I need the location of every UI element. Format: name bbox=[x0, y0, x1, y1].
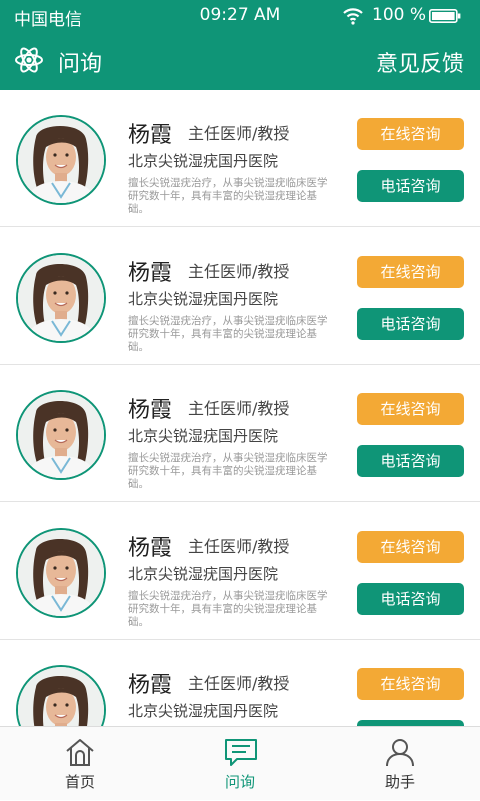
doctor-name: 杨霞 bbox=[128, 535, 173, 561]
tab-assistant-label: 助手 bbox=[384, 773, 415, 791]
battery-percent: 100 % bbox=[372, 5, 427, 25]
doctor-avatar bbox=[16, 115, 106, 205]
tab-home-label: 首页 bbox=[64, 773, 95, 791]
online-consult-button[interactable]: 在线咨询 bbox=[357, 118, 464, 150]
status-bar: 中国电信 09:27 AM 100 % bbox=[0, 0, 480, 32]
online-consult-button[interactable]: 在线咨询 bbox=[357, 668, 464, 700]
doctor-name: 杨霞 bbox=[128, 398, 173, 423]
doctor-card[interactable]: 杨霞 主任医师/教授 北京尖锐湿疣国丹医院 擅长尖锐湿疣治疗，从事尖锐湿疣临床医… bbox=[0, 228, 480, 365]
doctor-title: 主任医师/教授 bbox=[188, 261, 290, 281]
doctor-hospital: 北京尖锐湿疣国丹医院 bbox=[128, 702, 279, 720]
doctor-avatar bbox=[16, 390, 106, 480]
tab-assistant[interactable]: 助手 bbox=[320, 727, 480, 801]
doctor-card[interactable]: 杨霞 主任医师/教授 北京尖锐湿疣国丹医院 擅长尖锐湿疣治疗，从事尖锐湿疣临床医… bbox=[0, 503, 480, 640]
doctor-title: 主任医师/教授 bbox=[188, 536, 290, 556]
phone-consult-button[interactable]: 电话咨询 bbox=[357, 445, 464, 477]
phone-consult-button[interactable]: 电话咨询 bbox=[357, 307, 464, 340]
user-icon bbox=[386, 739, 414, 767]
online-consult-button[interactable]: 在线咨询 bbox=[357, 393, 464, 425]
doctor-avatar bbox=[16, 527, 106, 618]
doctor-description: 擅长尖锐湿疣治疗，从事尖锐湿疣临床医学研究数十年，具有丰富的尖锐湿疣理论基础。 bbox=[128, 177, 328, 215]
online-consult-button[interactable]: 在线咨询 bbox=[357, 255, 464, 288]
feedback-button[interactable]: 意见反馈 bbox=[376, 46, 464, 78]
doctor-hospital: 北京尖锐湿疣国丹医院 bbox=[128, 427, 279, 445]
doctor-title: 主任医师/教授 bbox=[188, 124, 290, 143]
home-icon bbox=[66, 739, 94, 766]
chat-icon bbox=[225, 739, 257, 766]
tab-bar: 首页 问询 助手 bbox=[0, 726, 480, 800]
doctor-description: 擅长尖锐湿疣治疗，从事尖锐湿疣临床医学研究数十年，具有丰富的尖锐湿疣理论基础。 bbox=[128, 452, 328, 490]
doctor-name: 杨霞 bbox=[128, 673, 173, 698]
doctor-name: 杨霞 bbox=[128, 260, 173, 286]
phone-consult-button[interactable]: 电话咨询 bbox=[357, 582, 464, 615]
doctor-title: 主任医师/教授 bbox=[188, 674, 290, 693]
doctor-description: 擅长尖锐湿疣治疗，从事尖锐湿疣临床医学研究数十年，具有丰富的尖锐湿疣理论基础。 bbox=[128, 314, 328, 353]
phone-consult-button[interactable]: 电话咨询 bbox=[357, 170, 464, 202]
doctor-hospital: 北京尖锐湿疣国丹医院 bbox=[128, 564, 279, 583]
tab-inquiry[interactable]: 问询 bbox=[160, 727, 320, 801]
atom-icon bbox=[15, 47, 43, 73]
wifi-icon bbox=[343, 8, 363, 25]
doctor-hospital: 北京尖锐湿疣国丹医院 bbox=[128, 289, 279, 308]
app-header: 问询 意见反馈 bbox=[0, 32, 480, 90]
doctor-description: 擅长尖锐湿疣治疗，从事尖锐湿疣临床医学研究数十年，具有丰富的尖锐湿疣理论基础。 bbox=[128, 589, 328, 628]
online-consult-button[interactable]: 在线咨询 bbox=[357, 530, 464, 563]
doctor-hospital: 北京尖锐湿疣国丹医院 bbox=[128, 152, 279, 170]
doctor-card[interactable]: 杨霞 主任医师/教授 北京尖锐湿疣国丹医院 擅长尖锐湿疣治疗，从事尖锐湿疣临床医… bbox=[0, 90, 480, 227]
doctor-name: 杨霞 bbox=[128, 123, 173, 148]
battery-icon bbox=[429, 9, 461, 23]
doctor-avatar bbox=[16, 252, 106, 343]
tab-inquiry-label: 问询 bbox=[224, 773, 255, 791]
tab-home[interactable]: 首页 bbox=[0, 727, 160, 801]
doctor-card[interactable]: 杨霞 主任医师/教授 北京尖锐湿疣国丹医院 擅长尖锐湿疣治疗，从事尖锐湿疣临床医… bbox=[0, 640, 480, 726]
page-title: 问询 bbox=[58, 52, 103, 77]
doctor-card[interactable]: 杨霞 主任医师/教授 北京尖锐湿疣国丹医院 擅长尖锐湿疣治疗，从事尖锐湿疣临床医… bbox=[0, 365, 480, 502]
doctor-list: 杨霞 主任医师/教授 北京尖锐湿疣国丹医院 擅长尖锐湿疣治疗，从事尖锐湿疣临床医… bbox=[0, 90, 480, 726]
doctor-avatar bbox=[16, 665, 106, 726]
doctor-title: 主任医师/教授 bbox=[188, 399, 290, 418]
